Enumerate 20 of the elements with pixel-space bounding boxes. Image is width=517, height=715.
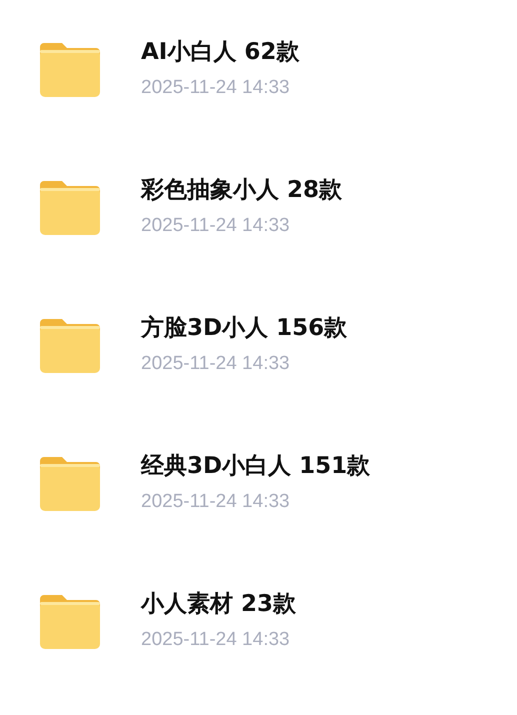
folder-item[interactable]: 彩色抽象小人 28款 2025-11-24 14:33 <box>0 138 517 276</box>
folder-icon <box>40 179 100 235</box>
folder-item[interactable]: 经典3D小白人 151款 2025-11-24 14:33 <box>0 414 517 552</box>
folder-icon <box>40 455 100 511</box>
folder-name: 彩色抽象小人 28款 <box>141 176 342 205</box>
folder-item[interactable]: 小人素材 23款 2025-11-24 14:33 <box>0 552 517 690</box>
folder-item[interactable]: 方脸3D小人 156款 2025-11-24 14:33 <box>0 276 517 414</box>
folder-name: AI小白人 62款 <box>141 38 300 67</box>
folder-date: 2025-11-24 14:33 <box>141 76 291 100</box>
folder-date: 2025-11-24 14:33 <box>141 352 291 376</box>
folder-icon <box>40 317 100 373</box>
folder-item[interactable]: AI小白人 62款 2025-11-24 14:33 <box>0 0 517 138</box>
folder-name: 经典3D小白人 151款 <box>141 452 370 481</box>
folder-date: 2025-11-24 14:33 <box>141 490 291 514</box>
folder-name: 小人素材 23款 <box>141 590 296 619</box>
folder-date: 2025-11-24 14:33 <box>141 628 291 652</box>
folder-icon <box>40 41 100 97</box>
folder-icon <box>40 593 100 649</box>
folder-name: 方脸3D小人 156款 <box>141 314 348 343</box>
folder-date: 2025-11-24 14:33 <box>141 214 291 238</box>
